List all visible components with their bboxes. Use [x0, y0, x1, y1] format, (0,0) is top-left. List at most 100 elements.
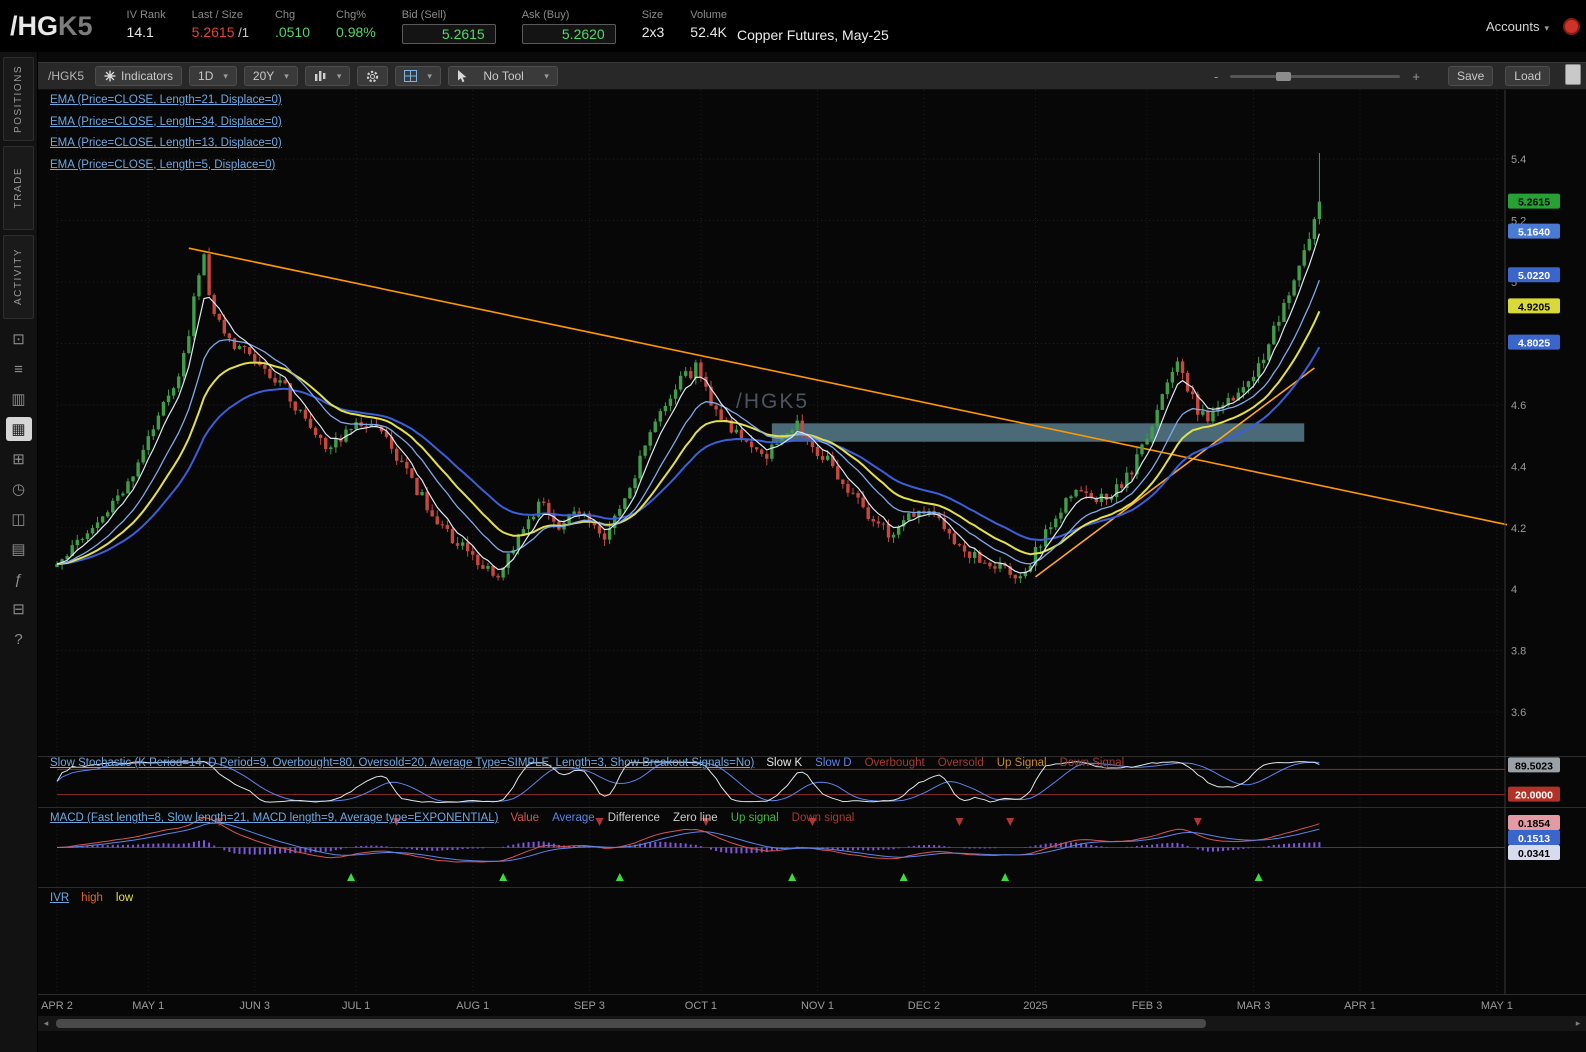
help-icon[interactable]: ? [6, 627, 32, 651]
header-field-ask[interactable]: Ask (Buy) 5.2620 [521, 9, 616, 44]
ema-study-label[interactable]: EMA (Price=CLOSE, Length=34, Displace=0) [50, 116, 282, 138]
tool-label: No Tool [483, 69, 524, 83]
sidebar-tab-positions[interactable]: POSITIONS [3, 57, 34, 141]
chart-area: /HGK5 5.45.254.84.64.44.243.83.6 APR 2MAY … [38, 90, 1586, 1016]
trendline-2[interactable] [1035, 367, 1315, 578]
symbol-title: /HGK5 [10, 11, 93, 42]
fx-icon[interactable]: ƒ [6, 567, 32, 591]
contract-description: Copper Futures, May-25 [737, 26, 889, 43]
svg-text:5.1640: 5.1640 [1518, 227, 1550, 239]
zoom-slider[interactable] [1230, 71, 1401, 81]
svg-text:APR 2: APR 2 [41, 1000, 73, 1012]
ivr-study-row: IVR high low [50, 892, 134, 904]
alert-indicator-icon[interactable] [1563, 17, 1580, 35]
svg-text:5.0220: 5.0220 [1518, 270, 1550, 282]
monitor-icon[interactable]: ⊡ [6, 327, 32, 351]
timeframe-dropdown[interactable]: 1D ▾ [189, 66, 237, 86]
app-root: /HGK5 IV Rank 14.1 Last / Size 5.2615 /1 Chg… [0, 0, 1586, 1052]
scrollbar-thumb[interactable] [56, 1019, 1206, 1028]
grid-layout-dropdown[interactable]: ▾ [395, 66, 441, 86]
legend-item: Slow D [815, 757, 852, 769]
grid-lines [56, 90, 1505, 994]
svg-text:5.4: 5.4 [1511, 154, 1526, 166]
legend-item: high [81, 892, 103, 904]
svg-text:APR 1: APR 1 [1344, 1000, 1376, 1012]
macd-value-label: 0.0341 [1508, 845, 1560, 860]
chart-horizontal-scrollbar[interactable]: ◂ ▸ [38, 1016, 1586, 1031]
ivr-study-label[interactable]: IVR [50, 892, 69, 904]
chart-settings-button[interactable] [357, 66, 389, 86]
community-icon[interactable]: ◫ [6, 507, 32, 531]
zoom-out-button[interactable]: - [1214, 69, 1218, 84]
svg-text:89.5023: 89.5023 [1515, 760, 1553, 772]
toolbar-symbol-label: /HGK5 [48, 69, 85, 83]
chart-watermark: /HGK5 [736, 390, 809, 413]
stochastic-study-row: Slow Stochastic (K Period=14, D Period=9… [50, 757, 1125, 769]
gear-icon [367, 70, 379, 82]
history-icon[interactable]: ◷ [6, 477, 32, 501]
save-button[interactable]: Save [1447, 66, 1494, 86]
chevron-down-icon: ▾ [284, 70, 289, 81]
header-field-bid[interactable]: Bid (Sell) 5.2615 [401, 9, 496, 44]
ema-study-label[interactable]: EMA (Price=CLOSE, Length=21, Displace=0) [50, 94, 282, 116]
legend-item: Slow K [766, 757, 803, 769]
header-fields: IV Rank 14.1 Last / Size 5.2615 /1 Chg .0510 C… [127, 9, 727, 44]
scroll-left-icon[interactable]: ◂ [38, 1018, 54, 1029]
zoom-in-button[interactable]: + [1412, 69, 1420, 84]
timeframe-value: 1D [198, 69, 214, 83]
price-axis[interactable]: 5.45.254.84.64.44.243.83.6 [1511, 154, 1526, 719]
ema-study-labels: EMA (Price=CLOSE, Length=21, Displace=0)… [50, 94, 282, 180]
time-axis[interactable]: APR 2 MAY 1 JUN 3 JUL 1 AUG 1 SEP 3 OCT 1 NOV 1… [41, 1000, 1513, 1012]
watchlist-icon[interactable]: ≡ [6, 357, 32, 381]
ema-study-label[interactable]: EMA (Price=CLOSE, Length=13, Displace=0) [50, 137, 282, 159]
drawing-tool-dropdown[interactable]: No Tool ▾ [447, 66, 558, 86]
load-button[interactable]: Load [1505, 66, 1550, 86]
svg-text:SEP 3: SEP 3 [574, 1000, 605, 1012]
chart-toolbar: /HGK5 Indicators 1D ▾ 20Y ▾ ▾ ▾ No Tool ▾ … [38, 62, 1586, 90]
chevron-down-icon: ▾ [223, 70, 228, 81]
ema-13-line [56, 279, 1321, 565]
stochastic-value-label: 20.0000 [1508, 786, 1560, 802]
indicators-button[interactable]: Indicators [95, 66, 183, 86]
chevron-down-icon: ▾ [427, 70, 432, 81]
macd-value-label: 0.1854 [1508, 815, 1560, 830]
charts-icon[interactable]: ▦ [5, 417, 32, 441]
stochastic-study-label[interactable]: Slow Stochastic (K Period=14, D Period=9… [50, 757, 754, 769]
chart-style-dropdown[interactable]: ▾ [304, 66, 351, 86]
legend-item: Down signal [791, 812, 855, 824]
legend-item: Down Signal [1059, 757, 1125, 769]
scan-icon[interactable]: ⊞ [6, 447, 32, 471]
svg-text:0.1513: 0.1513 [1518, 833, 1550, 845]
svg-text:2025: 2025 [1023, 1000, 1047, 1012]
header-right: Accounts ▾ [1486, 17, 1586, 35]
scrollbar-track[interactable] [54, 1016, 1570, 1031]
candles [55, 152, 1322, 584]
sidebar-tab-activity[interactable]: ACTIVITY [3, 235, 34, 319]
chevron-down-icon: ▾ [1544, 22, 1549, 33]
analyze-icon[interactable]: ▥ [6, 387, 32, 411]
svg-text:0.1854: 0.1854 [1518, 818, 1550, 830]
grid-layout-icon [404, 70, 418, 82]
ema-5-line [56, 233, 1320, 574]
right-panel-toggle-icon[interactable] [1565, 64, 1581, 85]
svg-text:DEC 2: DEC 2 [908, 1000, 940, 1012]
symbol-root: /HG [10, 10, 59, 41]
scroll-right-icon[interactable]: ▸ [1570, 1018, 1586, 1029]
sidebar-tab-trade[interactable]: TRADE [3, 146, 34, 230]
chevron-down-icon: ▾ [336, 70, 342, 81]
chart-canvas[interactable]: /HGK5 5.45.254.84.64.44.243.83.6 APR 2MAY … [38, 90, 1586, 1016]
ivr-legend: high low [81, 892, 134, 904]
accounts-label: Accounts [1485, 18, 1540, 34]
macd-signal-arrows [215, 818, 1263, 881]
axis-price-label: 5.0220 [1508, 267, 1560, 283]
ema-study-label[interactable]: EMA (Price=CLOSE, Length=5, Displace=0) [50, 159, 282, 181]
tv-icon[interactable]: ⊟ [6, 597, 32, 621]
svg-text:4.9205: 4.9205 [1518, 301, 1550, 313]
range-dropdown[interactable]: 20Y ▾ [243, 66, 298, 86]
zoom-slider-thumb[interactable] [1276, 71, 1292, 81]
legend-item: low [115, 892, 134, 904]
accounts-menu[interactable]: Accounts ▾ [1486, 19, 1549, 34]
svg-text:4: 4 [1511, 584, 1517, 596]
macd-study-label[interactable]: MACD (Fast length=8, Slow length=21, MAC… [50, 812, 499, 824]
calendar-icon[interactable]: ▤ [6, 537, 32, 561]
